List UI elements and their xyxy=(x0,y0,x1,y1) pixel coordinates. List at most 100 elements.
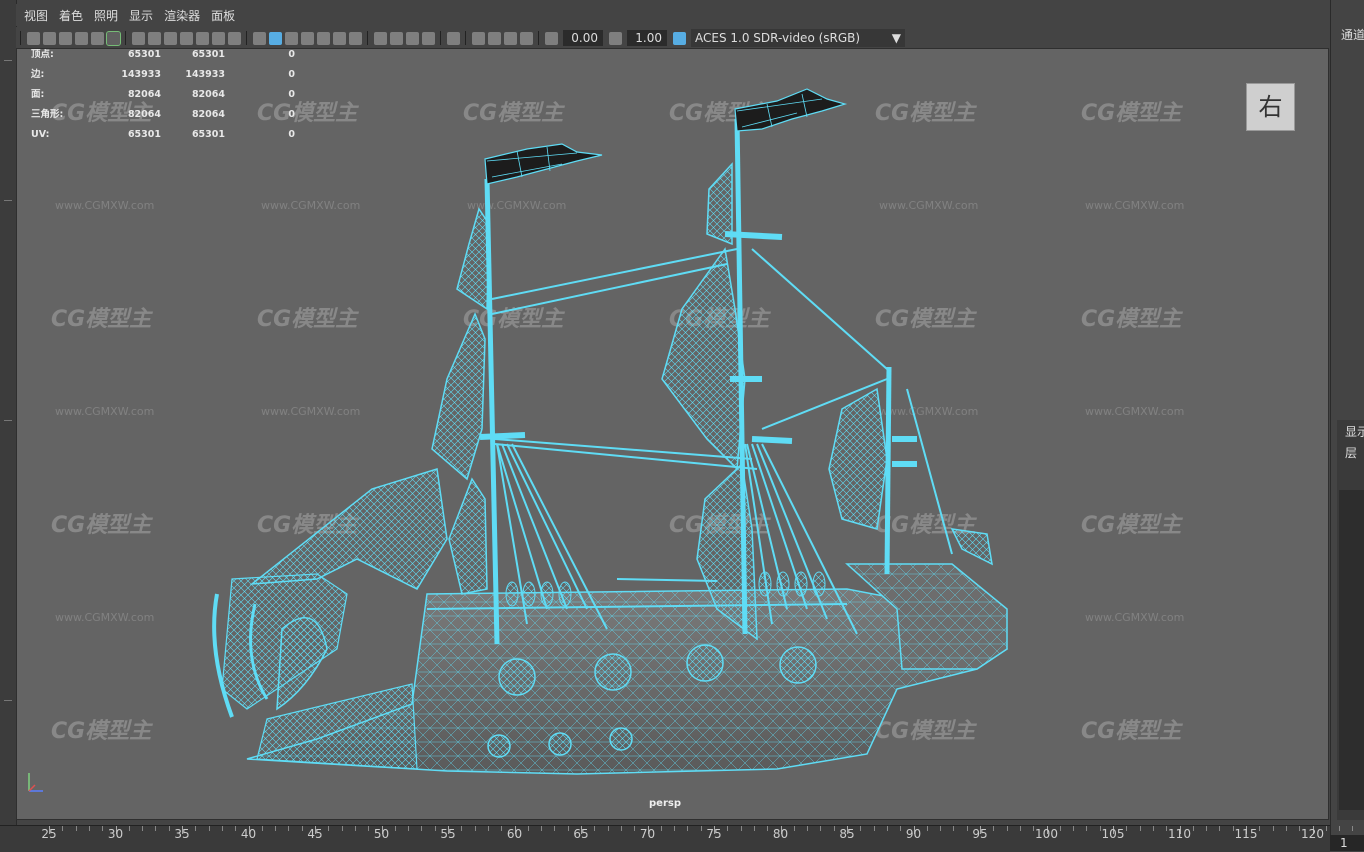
timeline-frame-label: 95 xyxy=(972,827,988,841)
timeline-tick xyxy=(1059,826,1061,831)
use-all-lights-icon[interactable] xyxy=(332,31,346,45)
backface-culling-icon[interactable] xyxy=(519,31,533,45)
layer-editor: 显示 层 xyxy=(1337,420,1364,820)
timeline-frame-label: 45 xyxy=(307,827,323,841)
timeline-frame-label: 70 xyxy=(639,827,656,841)
xray-active-icon[interactable] xyxy=(487,31,501,45)
viewport-panel[interactable]: CG模型主 CG模型主 CG模型主 CG模型主 CG模型主 CG模型主 CG模型… xyxy=(16,48,1329,820)
timeline-tick xyxy=(940,826,942,831)
safe-title-icon[interactable] xyxy=(227,31,241,45)
timeline-tick xyxy=(1285,826,1287,831)
depth-of-field-icon[interactable] xyxy=(421,31,435,45)
timeline-tick xyxy=(1299,826,1301,831)
isolate-select-icon[interactable] xyxy=(446,31,460,45)
timeline-tick xyxy=(567,826,569,831)
timeline-tick xyxy=(926,826,928,831)
timeline-tick xyxy=(1192,826,1194,831)
anti-aliasing-icon[interactable] xyxy=(405,31,419,45)
two-d-pan-zoom-icon[interactable] xyxy=(90,31,104,45)
timeline-tick xyxy=(1219,826,1221,831)
current-frame-field[interactable]: 1 xyxy=(1330,835,1364,851)
resolution-gate-icon[interactable] xyxy=(163,31,177,45)
gamma-icon[interactable] xyxy=(608,31,622,45)
menu-show[interactable]: 显示 xyxy=(129,7,153,24)
view-cube[interactable]: 右 xyxy=(1246,83,1295,131)
timeline-tick xyxy=(1352,826,1354,831)
timeline-tick xyxy=(1272,826,1274,831)
default-material-icon[interactable] xyxy=(284,31,298,45)
timeline-tick xyxy=(155,826,157,831)
camera-attributes-icon[interactable] xyxy=(42,31,56,45)
timeline-frame-label: 55 xyxy=(440,827,456,841)
channels-tab[interactable]: 通道 xyxy=(1341,26,1364,43)
timeline-tick xyxy=(221,826,223,831)
menu-view[interactable]: 视图 xyxy=(24,7,48,24)
timeline-tick xyxy=(1232,826,1234,831)
timeline-tick xyxy=(1019,826,1021,831)
menu-lighting[interactable]: 照明 xyxy=(94,7,118,24)
safe-action-icon[interactable] xyxy=(211,31,225,45)
timeline-tick xyxy=(807,826,809,831)
timeline-tick xyxy=(1099,826,1101,831)
display-tab[interactable]: 显示 xyxy=(1345,423,1364,440)
timeline-tick xyxy=(660,826,662,831)
timeline-tick xyxy=(594,826,596,831)
field-chart-icon[interactable] xyxy=(195,31,209,45)
grid-icon[interactable] xyxy=(131,31,145,45)
toolbar-separator xyxy=(367,31,368,45)
timeline-frame-label: 105 xyxy=(1101,827,1125,841)
toolbar-separator xyxy=(246,31,247,45)
wireframe-on-shaded-icon[interactable] xyxy=(300,31,314,45)
toolbar-separator xyxy=(440,31,441,45)
select-camera-icon[interactable] xyxy=(26,31,40,45)
gamma-field[interactable]: 1.00 xyxy=(627,30,667,46)
timeline-frame-label: 35 xyxy=(174,827,190,841)
exposure-field[interactable]: 0.00 xyxy=(563,30,603,46)
timeline-tick xyxy=(261,826,263,831)
strip-mark xyxy=(4,420,12,421)
timeline-tick xyxy=(687,826,689,831)
menu-renderer[interactable]: 渲染器 xyxy=(164,7,200,24)
toolbar-separator xyxy=(538,31,539,45)
ship-wireframe-model[interactable] xyxy=(17,49,1328,819)
timeline-tick xyxy=(235,826,237,831)
timeline-tick xyxy=(541,826,543,831)
screen-space-ao-icon[interactable] xyxy=(373,31,387,45)
layer-list[interactable] xyxy=(1339,490,1364,810)
timeline-tick xyxy=(1086,826,1088,831)
menu-shading[interactable]: 着色 xyxy=(59,7,83,24)
grease-pencil-icon[interactable] xyxy=(105,30,121,46)
timeline-frame-label: 110 xyxy=(1168,827,1191,841)
timeline-tick xyxy=(833,826,835,831)
timeline-frame-label: 30 xyxy=(107,827,124,841)
timeline-tick xyxy=(501,826,503,831)
gate-mask-icon[interactable] xyxy=(179,31,193,45)
bookmark-icon[interactable] xyxy=(58,31,72,45)
strip-mark xyxy=(4,60,12,61)
exposure-icon[interactable] xyxy=(544,31,558,45)
timeline-tick xyxy=(408,826,410,831)
textured-icon[interactable] xyxy=(316,31,330,45)
toolbar-separator xyxy=(465,31,466,45)
wireframe-icon[interactable] xyxy=(252,31,266,45)
time-slider[interactable]: 25 30 35 40 45 50 55 60 65 70 75 80 85 90 95 100 105 110 1… xyxy=(0,825,1354,852)
view-transform-select[interactable]: ACES 1.0 SDR-video (sRGB) ▼ xyxy=(691,29,905,47)
color-management-icon[interactable] xyxy=(672,31,686,45)
motion-blur-icon[interactable] xyxy=(389,31,403,45)
film-gate-icon[interactable] xyxy=(147,31,161,45)
timeline-tick xyxy=(620,826,622,831)
panel-menubar: 视图 着色 照明 显示 渲染器 面板 xyxy=(16,4,1328,26)
menu-panels[interactable]: 面板 xyxy=(211,7,235,24)
timeline-tick xyxy=(288,826,290,831)
strip-mark xyxy=(4,200,12,201)
timeline-tick xyxy=(607,826,609,831)
timeline-tick xyxy=(993,826,995,831)
timeline-tick xyxy=(88,826,90,831)
smooth-shade-icon[interactable] xyxy=(268,31,282,45)
image-plane-icon[interactable] xyxy=(74,31,88,45)
timeline-frame-label: 80 xyxy=(772,827,789,841)
shadows-icon[interactable] xyxy=(348,31,362,45)
xray-icon[interactable] xyxy=(471,31,485,45)
layers-menu[interactable]: 层 xyxy=(1345,444,1357,461)
xray-joints-icon[interactable] xyxy=(503,31,517,45)
